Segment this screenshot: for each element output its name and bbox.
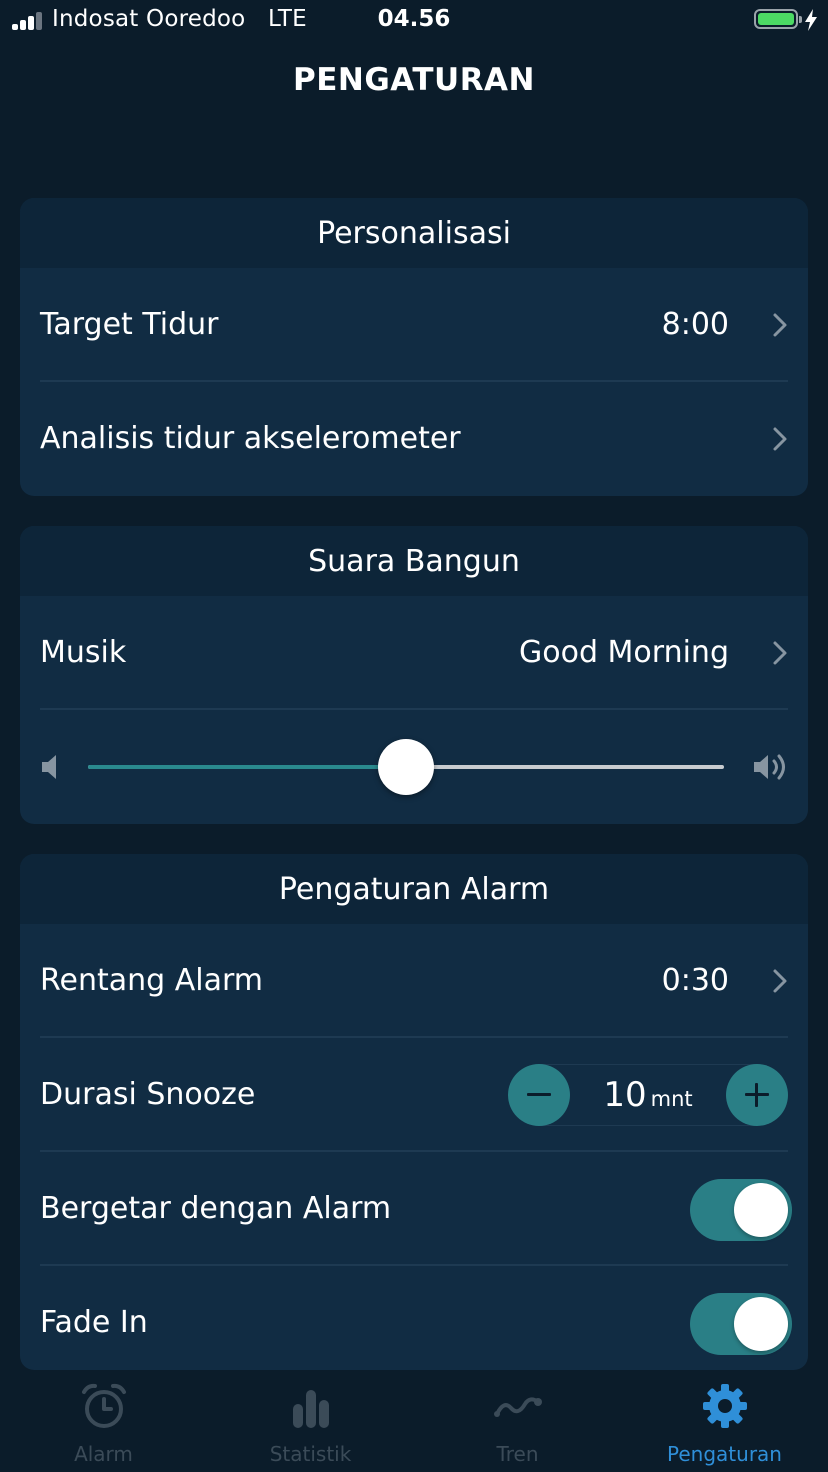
gear-icon [703, 1384, 747, 1428]
snooze-increase-button[interactable] [726, 1064, 788, 1126]
section-header-suara-bangun: Suara Bangun [20, 526, 808, 596]
chevron-right-icon [773, 313, 787, 337]
analisis-tidur-row[interactable]: Analisis tidur akselerometer [20, 382, 808, 496]
alarm-clock-icon [82, 1383, 126, 1428]
volume-slider-fill [88, 765, 406, 769]
musik-label: Musik [40, 635, 127, 670]
pengaturan-alarm-card: Pengaturan Alarm Rentang Alarm 0:30 Dura… [20, 854, 808, 1370]
chevron-right-icon [773, 969, 787, 993]
bergetar-row: Bergetar dengan Alarm [20, 1152, 808, 1266]
tab-statistik-label: Statistik [269, 1442, 352, 1466]
target-tidur-row[interactable]: Target Tidur 8:00 [20, 268, 808, 382]
suara-bangun-card: Suara Bangun Musik Good Morning [20, 526, 808, 824]
status-time: 04.56 [377, 6, 451, 32]
fade-in-row: Fade In [20, 1266, 808, 1370]
volume-low-icon [42, 755, 56, 779]
snooze-decrease-button[interactable] [508, 1064, 570, 1126]
tab-pengaturan-label: Pengaturan [667, 1442, 782, 1466]
analisis-tidur-label: Analisis tidur akselerometer [40, 421, 461, 456]
section-header-pengaturan-alarm: Pengaturan Alarm [20, 854, 808, 924]
tab-bar: Alarm Statistik Tren Pengaturan [0, 1372, 828, 1472]
snooze-stepper: 10 mnt [508, 1064, 788, 1126]
tab-pengaturan[interactable]: Pengaturan [621, 1372, 828, 1472]
fade-in-label: Fade In [40, 1305, 148, 1340]
volume-slider[interactable] [88, 739, 724, 795]
page-title: PENGATURAN [293, 62, 535, 98]
volume-row [20, 710, 808, 824]
status-bar: Indosat Ooredoo LTE 04.56 [0, 0, 828, 40]
section-header-personalisasi: Personalisasi [20, 198, 808, 268]
toggle-knob [734, 1297, 788, 1351]
bergetar-label: Bergetar dengan Alarm [40, 1191, 392, 1226]
trend-line-icon [494, 1397, 542, 1417]
durasi-snooze-row: Durasi Snooze 10 mnt [20, 1038, 808, 1152]
target-tidur-label: Target Tidur [40, 307, 219, 342]
tab-tren[interactable]: Tren [414, 1372, 621, 1472]
bar-chart-icon [293, 1390, 329, 1428]
chevron-right-icon [773, 641, 787, 665]
tab-alarm[interactable]: Alarm [0, 1372, 207, 1472]
chevron-right-icon [773, 427, 787, 451]
rentang-alarm-row[interactable]: Rentang Alarm 0:30 [20, 924, 808, 1038]
rentang-alarm-value: 0:30 [661, 963, 729, 998]
snooze-number: 10 [603, 1075, 647, 1115]
snooze-value: 10 mnt [570, 1064, 726, 1126]
durasi-snooze-label: Durasi Snooze [40, 1077, 256, 1112]
toggle-knob [734, 1183, 788, 1237]
target-tidur-value: 8:00 [661, 307, 729, 342]
rentang-alarm-label: Rentang Alarm [40, 963, 263, 998]
personalisasi-card: Personalisasi Target Tidur 8:00 Analisis… [20, 198, 808, 496]
tab-tren-label: Tren [496, 1442, 539, 1466]
volume-high-icon [754, 754, 785, 780]
tab-statistik[interactable]: Statistik [207, 1372, 414, 1472]
volume-slider-thumb[interactable] [378, 739, 434, 795]
fade-in-toggle[interactable] [690, 1293, 792, 1355]
charging-bolt-icon [805, 9, 817, 31]
musik-value: Good Morning [519, 635, 729, 670]
snooze-unit: mnt [650, 1087, 693, 1111]
bergetar-toggle[interactable] [690, 1179, 792, 1241]
battery-icon [754, 9, 802, 29]
musik-row[interactable]: Musik Good Morning [20, 596, 808, 710]
minus-icon [527, 1093, 551, 1096]
tab-alarm-label: Alarm [74, 1442, 133, 1466]
